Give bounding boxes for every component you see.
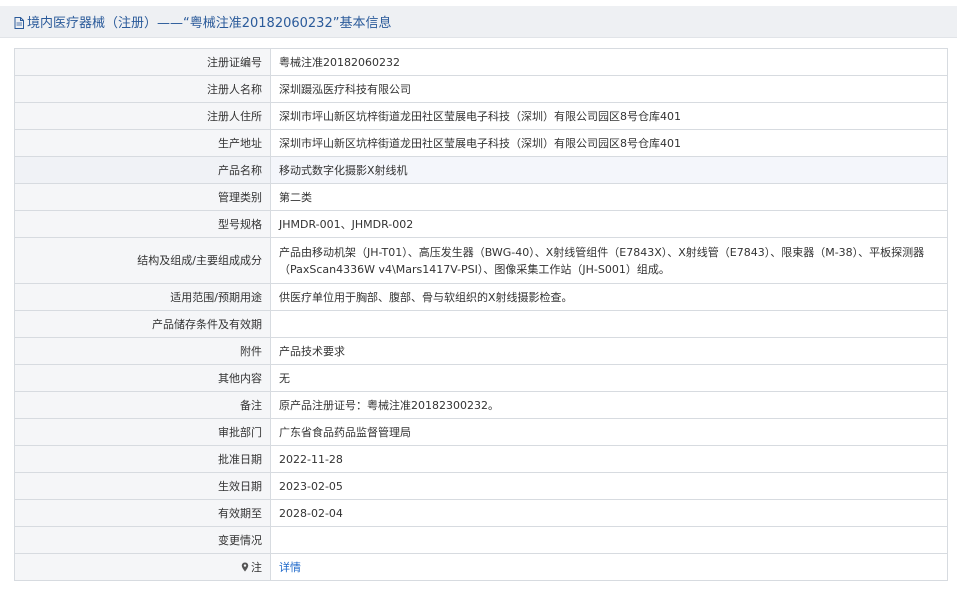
row-label: 变更情况 [14,526,271,554]
row-value: 深圳市坪山新区坑梓街道龙田社区莹展电子科技（深圳）有限公司园区8号仓库401 [270,129,948,157]
row-label: 注 [251,560,262,574]
row-value: JHMDR-001、JHMDR-002 [270,210,948,238]
table-row: 注册证编号 粤械注准20182060232 [14,48,948,76]
row-label: 产品名称 [14,156,271,184]
row-value: 产品技术要求 [270,337,948,365]
row-value: 移动式数字化摄影X射线机 [270,156,948,184]
table-row: 注 详情 [14,553,948,581]
row-label: 适用范围/预期用途 [14,283,271,311]
table-row: 有效期至 2028-02-04 [14,499,948,527]
info-table-container: 注册证编号 粤械注准20182060232 注册人名称 深圳蹑泓医疗科技有限公司… [14,48,948,581]
table-row: 附件 产品技术要求 [14,337,948,365]
row-label: 审批部门 [14,418,271,446]
row-label: 注册人住所 [14,102,271,130]
row-label: 附件 [14,337,271,365]
row-value: 无 [270,364,948,392]
details-link[interactable]: 详情 [279,561,301,574]
row-value: 深圳市坪山新区坑梓街道龙田社区莹展电子科技（深圳）有限公司园区8号仓库401 [270,102,948,130]
table-row: 管理类别 第二类 [14,183,948,211]
table-row: 审批部门 广东省食品药品监督管理局 [14,418,948,446]
row-value: 2023-02-05 [270,472,948,500]
table-row: 变更情况 [14,526,948,554]
table-row: 其他内容 无 [14,364,948,392]
table-row: 备注 原产品注册证号：粤械注准20182300232。 [14,391,948,419]
row-value: 2028-02-04 [270,499,948,527]
table-row: 批准日期 2022-11-28 [14,445,948,473]
row-value [270,310,948,338]
row-value: 粤械注准20182060232 [270,48,948,76]
row-label: 注册证编号 [14,48,271,76]
row-label: 管理类别 [14,183,271,211]
page-title-bar: 境内医疗器械（注册）——“粤械注准20182060232”基本信息 [0,6,957,38]
document-icon [14,16,24,29]
table-row: 产品储存条件及有效期 [14,310,948,338]
row-value: 第二类 [270,183,948,211]
row-value: 详情 [270,553,948,581]
row-label: 批准日期 [14,445,271,473]
row-label: 生效日期 [14,472,271,500]
row-label: 备注 [14,391,271,419]
row-value [270,526,948,554]
table-row: 结构及组成/主要组成成分 产品由移动机架（JH-T01）、高压发生器（BWG-4… [14,237,948,284]
row-label: 产品储存条件及有效期 [14,310,271,338]
row-value: 广东省食品药品监督管理局 [270,418,948,446]
row-value: 产品由移动机架（JH-T01）、高压发生器（BWG-40）、X射线管组件（E78… [270,237,948,284]
row-label: 其他内容 [14,364,271,392]
info-table: 注册证编号 粤械注准20182060232 注册人名称 深圳蹑泓医疗科技有限公司… [14,48,948,581]
page-title: 境内医疗器械（注册）——“粤械注准20182060232”基本信息 [27,16,392,31]
row-label-note: 注 [14,553,271,581]
row-label: 注册人名称 [14,75,271,103]
table-row: 生效日期 2023-02-05 [14,472,948,500]
row-label: 结构及组成/主要组成成分 [14,237,271,284]
row-value: 2022-11-28 [270,445,948,473]
row-value: 深圳蹑泓医疗科技有限公司 [270,75,948,103]
table-row: 注册人住所 深圳市坪山新区坑梓街道龙田社区莹展电子科技（深圳）有限公司园区8号仓… [14,102,948,130]
table-row: 注册人名称 深圳蹑泓医疗科技有限公司 [14,75,948,103]
table-row: 型号规格 JHMDR-001、JHMDR-002 [14,210,948,238]
table-row: 适用范围/预期用途 供医疗单位用于胸部、腹部、骨与软组织的X射线摄影检查。 [14,283,948,311]
row-label: 有效期至 [14,499,271,527]
row-label: 生产地址 [14,129,271,157]
table-row: 产品名称 移动式数字化摄影X射线机 [14,156,948,184]
table-row: 生产地址 深圳市坪山新区坑梓街道龙田社区莹展电子科技（深圳）有限公司园区8号仓库… [14,129,948,157]
map-pin-icon [241,560,249,571]
row-value: 供医疗单位用于胸部、腹部、骨与软组织的X射线摄影检查。 [270,283,948,311]
row-label: 型号规格 [14,210,271,238]
row-value: 原产品注册证号：粤械注准20182300232。 [270,391,948,419]
